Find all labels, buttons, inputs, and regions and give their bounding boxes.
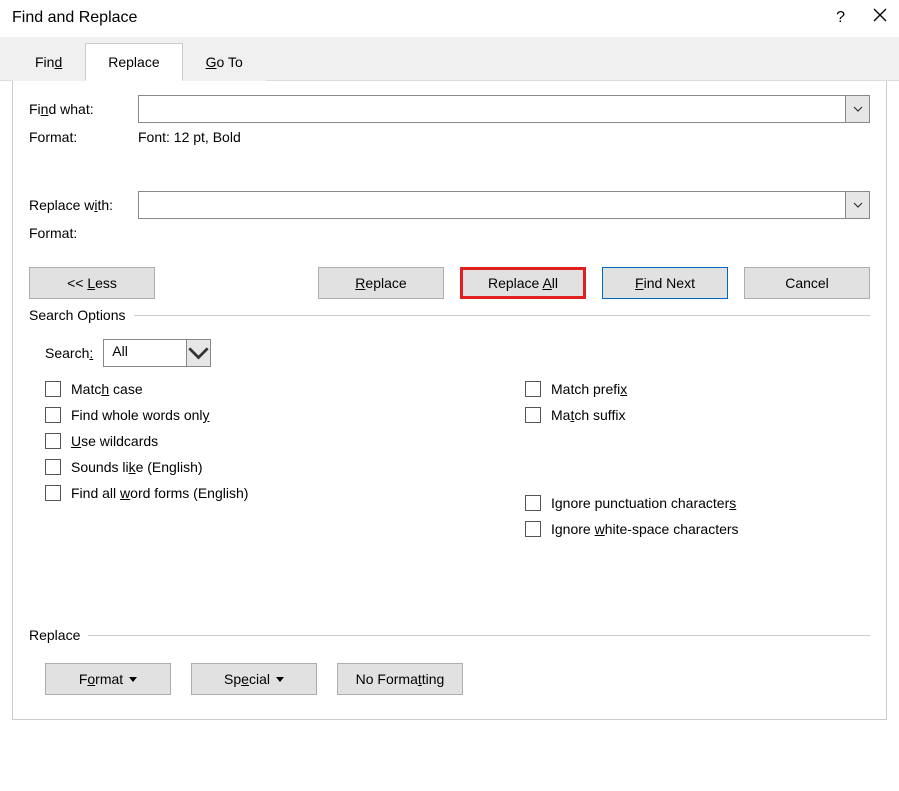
- replace-format-row: Format:: [29, 225, 870, 241]
- cancel-button[interactable]: Cancel: [744, 267, 870, 299]
- replace-section-group: Replace Format Special No Formatting: [29, 627, 870, 695]
- find-what-input[interactable]: [138, 95, 870, 123]
- dialog-title: Find and Replace: [12, 9, 137, 27]
- sounds-like-checkbox[interactable]: Sounds like (English): [45, 459, 525, 475]
- action-button-row: << Less Replace Replace All Find Next Ca…: [29, 267, 870, 299]
- tab-strip: Find Replace Go To: [0, 37, 899, 81]
- replace-with-input[interactable]: [138, 191, 870, 219]
- match-suffix-checkbox[interactable]: Match suffix: [525, 407, 739, 423]
- help-icon[interactable]: ?: [836, 9, 845, 27]
- replace-with-dropdown-icon[interactable]: [845, 192, 869, 218]
- ignore-punctuation-checkbox[interactable]: Ignore punctuation characters: [525, 495, 739, 511]
- find-what-dropdown-icon[interactable]: [845, 96, 869, 122]
- search-direction-select[interactable]: All: [103, 339, 211, 367]
- titlebar: Find and Replace ?: [0, 0, 899, 37]
- use-wildcards-checkbox[interactable]: Use wildcards: [45, 433, 525, 449]
- special-button[interactable]: Special: [191, 663, 317, 695]
- titlebar-controls: ?: [836, 8, 887, 27]
- replace-format-value: [138, 225, 870, 241]
- tab-find[interactable]: Find: [12, 43, 85, 81]
- search-options-legend: Search Options: [29, 307, 134, 323]
- no-formatting-button[interactable]: No Formatting: [337, 663, 463, 695]
- checkbox-col-left: Match case Find whole words only Use wil…: [45, 381, 525, 547]
- find-format-row: Format: Font: 12 pt, Bold: [29, 129, 870, 145]
- search-direction-row: Search: All: [45, 339, 870, 367]
- search-direction-value: All: [104, 340, 186, 366]
- find-what-textbox[interactable]: [139, 96, 845, 122]
- close-icon[interactable]: [873, 8, 887, 27]
- replace-button[interactable]: Replace: [318, 267, 444, 299]
- replace-format-label: Format:: [29, 225, 138, 241]
- checkbox-col-right: Match prefix Match suffix Ignore punctua…: [525, 381, 739, 547]
- tab-replace[interactable]: Replace: [85, 43, 182, 81]
- replace-all-button[interactable]: Replace All: [460, 267, 586, 299]
- replace-bottom-buttons: Format Special No Formatting: [45, 663, 870, 695]
- find-format-value: Font: 12 pt, Bold: [138, 129, 870, 145]
- checkbox-columns: Match case Find whole words only Use wil…: [45, 381, 870, 547]
- search-options-group: Search Options Search: All Match case Fi…: [29, 307, 870, 547]
- replace-section-legend: Replace: [29, 627, 88, 643]
- tab-goto[interactable]: Go To: [183, 43, 266, 81]
- replace-with-label: Replace with:: [29, 197, 138, 213]
- match-prefix-checkbox[interactable]: Match prefix: [525, 381, 739, 397]
- replace-with-textbox[interactable]: [139, 192, 845, 218]
- find-next-button[interactable]: Find Next: [602, 267, 728, 299]
- less-button[interactable]: << Less: [29, 267, 155, 299]
- format-button[interactable]: Format: [45, 663, 171, 695]
- word-forms-checkbox[interactable]: Find all word forms (English): [45, 485, 525, 501]
- find-what-row: Find what:: [29, 95, 870, 123]
- match-case-checkbox[interactable]: Match case: [45, 381, 525, 397]
- dialog-panel: Find what: Format: Font: 12 pt, Bold Rep…: [12, 81, 887, 720]
- find-what-label: Find what:: [29, 101, 138, 117]
- whole-words-checkbox[interactable]: Find whole words only: [45, 407, 525, 423]
- search-direction-label: Search:: [45, 345, 93, 361]
- find-format-label: Format:: [29, 129, 138, 145]
- ignore-whitespace-checkbox[interactable]: Ignore white-space characters: [525, 521, 739, 537]
- chevron-down-icon[interactable]: [186, 340, 210, 366]
- replace-with-row: Replace with:: [29, 191, 870, 219]
